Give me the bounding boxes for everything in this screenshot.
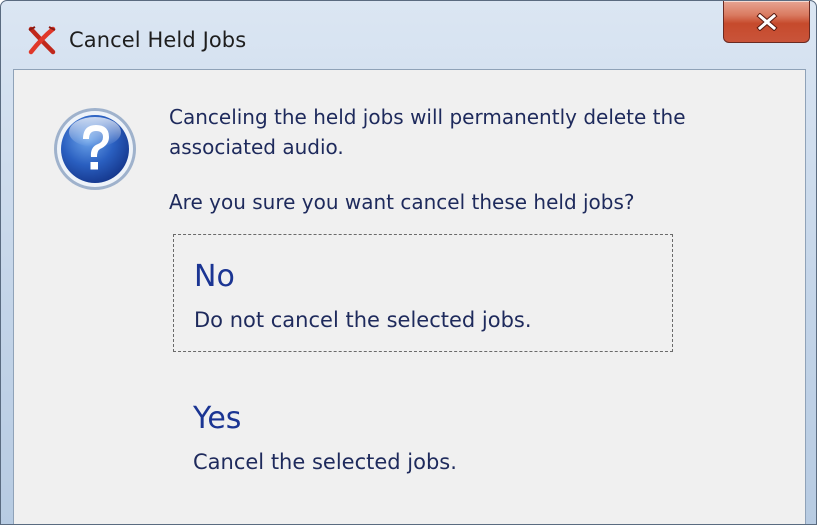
yes-command-title: Yes [193, 401, 242, 436]
dialog-window: Cancel Held Jobs Canceling the held jobs… [0, 0, 817, 525]
window-title: Cancel Held Jobs [69, 28, 247, 52]
dialog-content: Canceling the held jobs will permanently… [13, 69, 806, 524]
yes-command-link[interactable]: Yes Cancel the selected jobs. [173, 377, 673, 495]
close-button[interactable] [723, 1, 810, 43]
dialog-message: Canceling the held jobs will permanently… [169, 105, 686, 159]
yes-command-description: Cancel the selected jobs. [193, 450, 457, 474]
question-icon [54, 108, 136, 190]
title-bar[interactable]: Cancel Held Jobs [1, 1, 816, 69]
no-command-description: Do not cancel the selected jobs. [194, 308, 532, 332]
dialog-question: Are you sure you want cancel these held … [169, 190, 635, 214]
close-icon [755, 12, 778, 31]
no-command-link[interactable]: No Do not cancel the selected jobs. [173, 234, 673, 352]
cancel-jobs-icon [28, 26, 56, 55]
no-command-title: No [194, 259, 235, 294]
